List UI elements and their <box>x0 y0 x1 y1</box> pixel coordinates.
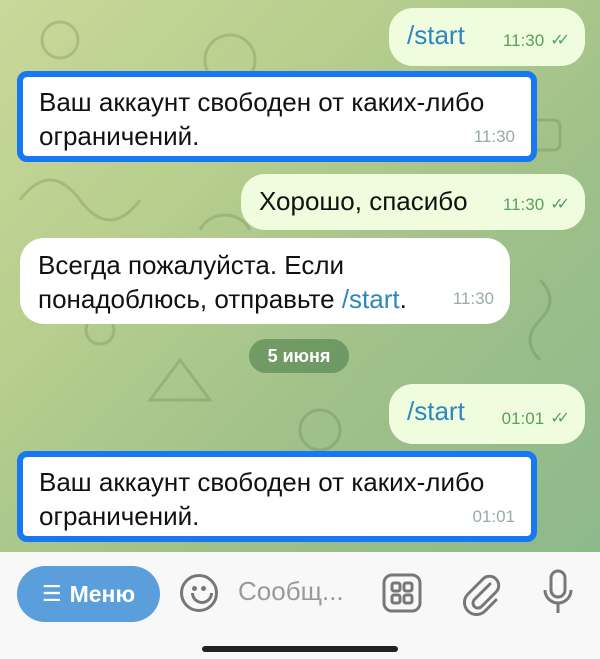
double-check-icon: ✓✓ <box>550 410 570 427</box>
keyboard-grid-icon[interactable] <box>382 573 422 613</box>
message-outgoing[interactable]: /start 01:01 ✓✓ <box>389 384 585 444</box>
menu-button[interactable]: ☰ Меню <box>17 566 160 622</box>
message-time: 01:01 ✓✓ <box>502 402 570 436</box>
message-command-text[interactable]: /start <box>407 20 465 50</box>
attach-icon[interactable] <box>460 570 502 616</box>
message-command-text[interactable]: /start <box>407 396 465 426</box>
message-text: Хорошо, спасибо <box>259 186 468 216</box>
message-text: Всегда пожалуйста. Если понадоблюсь, отп… <box>38 250 407 314</box>
start-command-link[interactable]: /start <box>342 284 400 314</box>
message-time: 11:30 <box>473 127 515 146</box>
message-time: 11:30 <box>452 289 494 308</box>
menu-button-label: Меню <box>69 580 136 607</box>
double-check-icon: ✓✓ <box>550 32 570 49</box>
menu-bars-icon: ☰ <box>41 581 62 606</box>
double-check-icon: ✓✓ <box>550 196 570 213</box>
message-time: 11:30 ✓✓ <box>503 188 570 222</box>
home-indicator[interactable] <box>202 646 398 652</box>
message-outgoing[interactable]: /start 11:30 ✓✓ <box>389 8 585 66</box>
composer-bar: ☰ Меню Сообщ... <box>0 552 600 659</box>
message-incoming[interactable]: Ваш аккаунт свободен от каких-либо огран… <box>17 71 537 162</box>
chat-area[interactable]: /start 11:30 ✓✓ Ваш аккаунт свободен от … <box>0 0 600 552</box>
message-time: 11:30 ✓✓ <box>503 24 570 58</box>
emoji-icon[interactable] <box>180 574 218 612</box>
message-text: Ваш аккаунт свободен от каких-либо огран… <box>39 87 485 151</box>
message-time: 01:01 <box>472 507 515 526</box>
message-input[interactable]: Сообщ... <box>238 576 344 607</box>
message-incoming[interactable]: Всегда пожалуйста. Если понадоблюсь, отп… <box>20 238 510 324</box>
message-incoming[interactable]: Ваш аккаунт свободен от каких-либо огран… <box>17 451 537 542</box>
microphone-icon[interactable] <box>540 568 576 618</box>
message-outgoing[interactable]: Хорошо, спасибо 11:30 ✓✓ <box>241 174 585 230</box>
message-text: Ваш аккаунт свободен от каких-либо огран… <box>39 467 485 531</box>
date-separator: 5 июня <box>249 339 349 373</box>
